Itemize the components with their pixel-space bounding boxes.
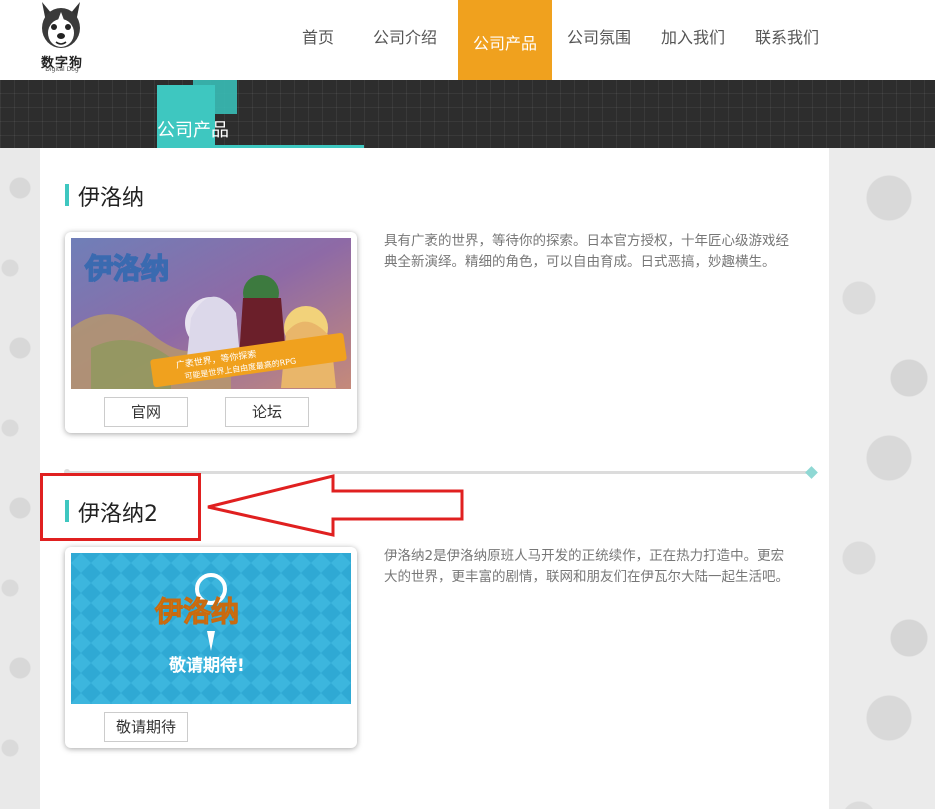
- logo[interactable]: 数字狗 Digital Dog: [28, 0, 96, 74]
- main-nav: 首页 公司介绍 公司产品 公司氛围 加入我们 联系我们: [284, 0, 834, 86]
- background-pattern-left: [0, 148, 40, 809]
- official-site-button[interactable]: 官网: [104, 397, 188, 427]
- image-logo-text: 伊洛纳: [84, 252, 169, 285]
- section-accent-bar: [65, 184, 69, 206]
- nav-item-culture[interactable]: 公司氛围: [552, 0, 646, 80]
- annotation-highlight-box: [40, 473, 201, 541]
- logo-subtext: Digital Dog: [45, 66, 79, 73]
- nav-item-products[interactable]: 公司产品: [458, 0, 552, 86]
- forum-button[interactable]: 论坛: [225, 397, 309, 427]
- image-logo-text: 伊洛纳: [154, 595, 239, 628]
- banner-title: 公司产品: [157, 120, 229, 141]
- nav-item-contact[interactable]: 联系我们: [740, 0, 834, 80]
- product-title-elona: 伊洛纳: [78, 186, 145, 211]
- header: 数字狗 Digital Dog 首页 公司介绍 公司产品 公司氛围 加入我们 联…: [0, 0, 935, 86]
- image-coming-soon-text: 敬请期待!: [168, 655, 245, 676]
- product-description-elona: 具有广袤的世界，等待你的探索。日本官方授权，十年匠心级游戏经典全新演绎。精细的角…: [384, 233, 789, 270]
- coming-soon-button[interactable]: 敬请期待: [104, 712, 188, 742]
- background-pattern-right: [829, 148, 935, 809]
- page-banner: [0, 80, 935, 148]
- product-card-elona2: 伊洛纳 敬请期待! 敬请期待: [65, 547, 357, 748]
- husky-logo-icon: [42, 2, 80, 48]
- nav-item-join[interactable]: 加入我们: [646, 0, 740, 80]
- product-image-elona[interactable]: 广袤世界，等你探索 可能是世界上自由度最高的RPG 伊洛纳: [71, 238, 351, 389]
- product-description-elona2: 伊洛纳2是伊洛纳原班人马开发的正统续作，正在热力打造中。更宏大的世界，更丰富的剧…: [384, 548, 789, 585]
- product-image-elona2[interactable]: 伊洛纳 敬请期待!: [71, 553, 351, 704]
- nav-item-about[interactable]: 公司介绍: [352, 0, 458, 80]
- nav-item-home[interactable]: 首页: [284, 0, 352, 80]
- product-card-elona: 广袤世界，等你探索 可能是世界上自由度最高的RPG 伊洛纳 官网 论坛: [65, 232, 357, 433]
- annotation-arrow-icon: [207, 474, 464, 537]
